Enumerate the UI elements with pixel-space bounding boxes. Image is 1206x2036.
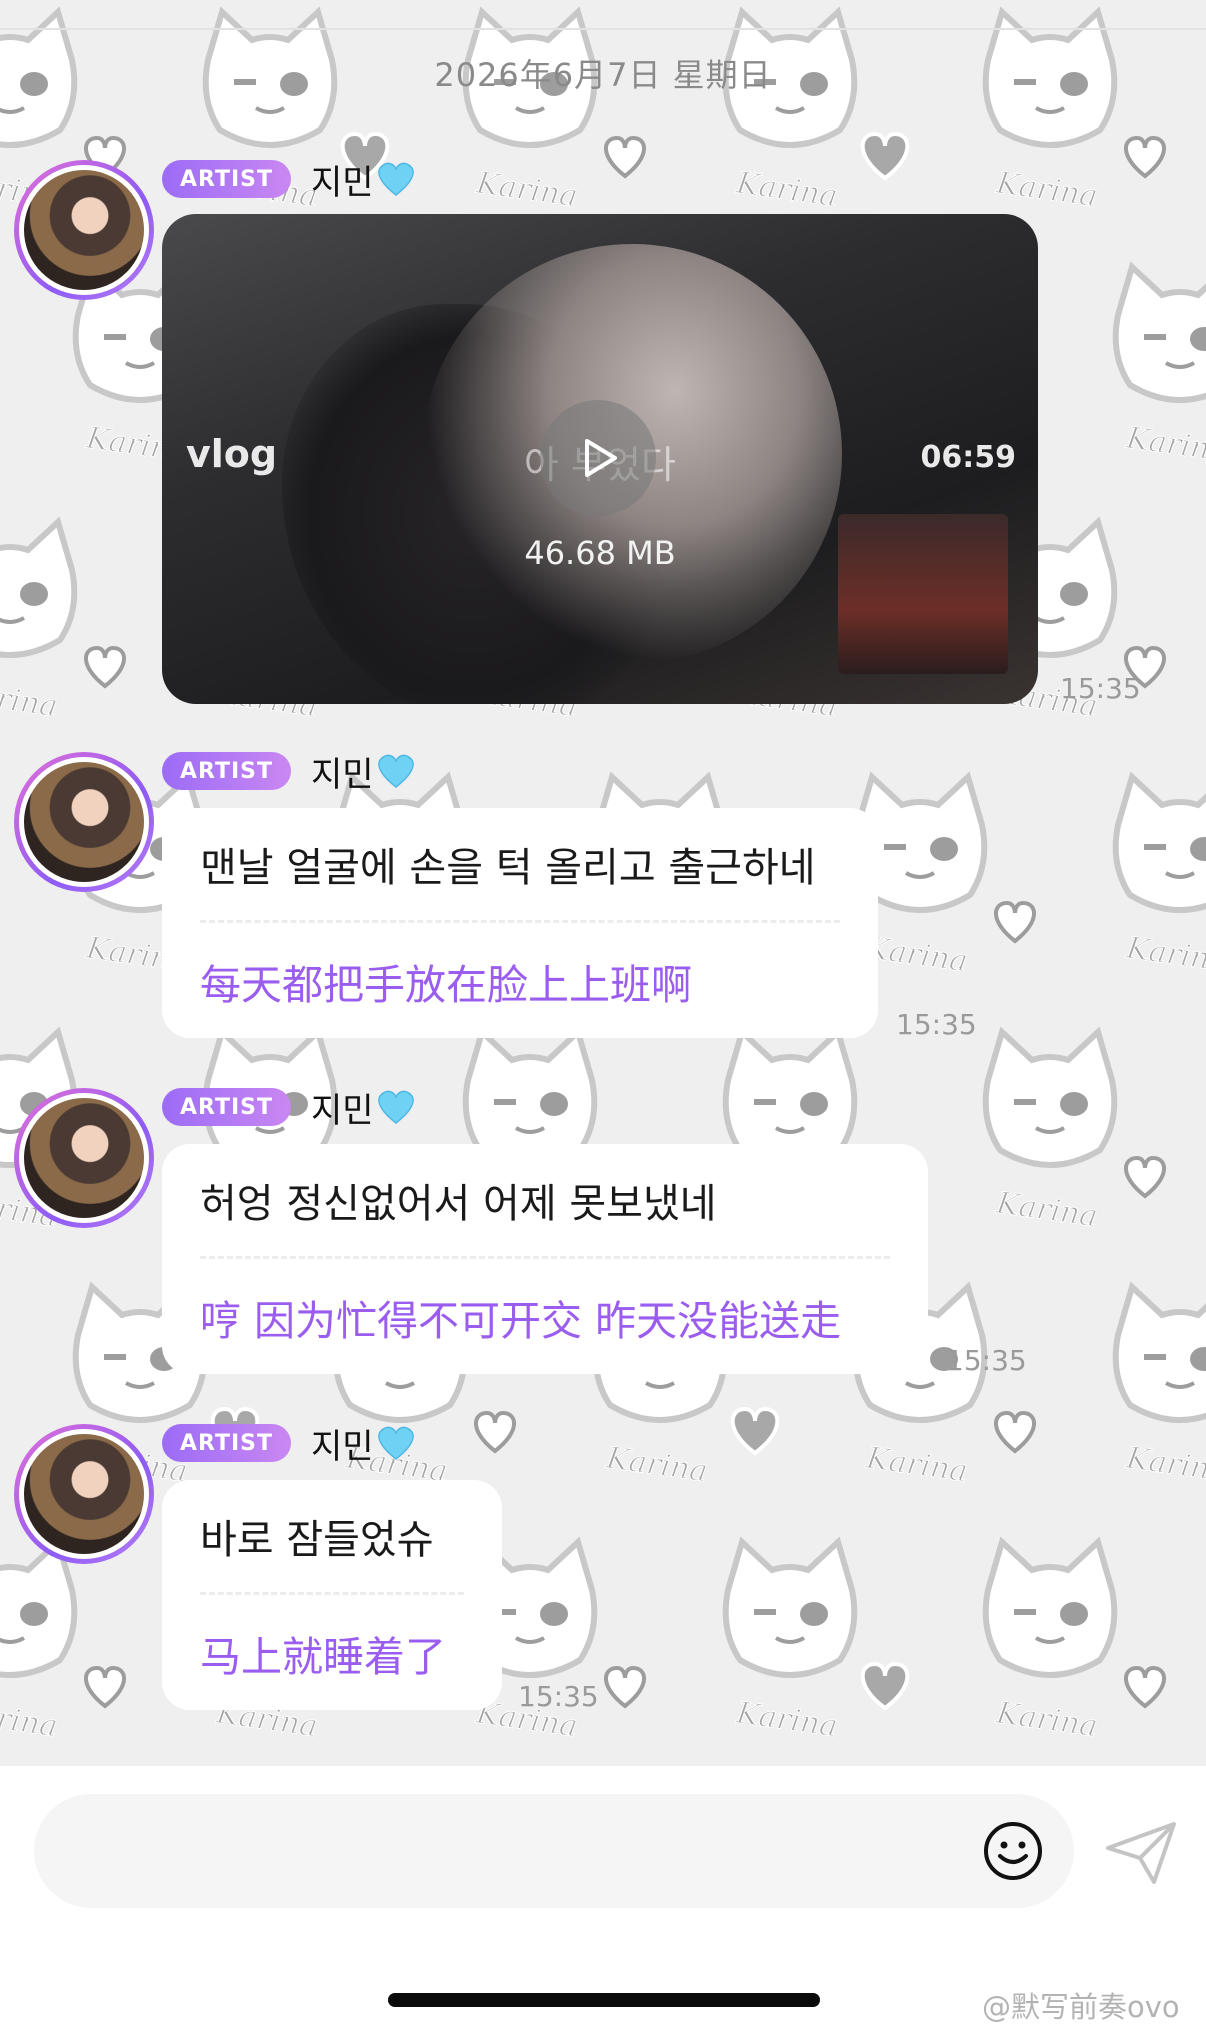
- sender-name-row: ARTIST 지민: [162, 1421, 416, 1467]
- svg-text:Karina: Karina: [733, 1695, 839, 1744]
- artist-avatar[interactable]: [14, 160, 154, 300]
- message-translation-text: 每天都把手放在脸上上班啊: [200, 960, 692, 1009]
- message-bubble[interactable]: 허엉 정신없어서 어제 못보냈네 哼 因为忙得不可开交 昨天没能送走: [162, 1144, 928, 1374]
- artist-badge: ARTIST: [162, 1088, 292, 1126]
- video-message[interactable]: vlog 아 부었다 06:59 46.68 MB: [162, 214, 1038, 704]
- message-bubble[interactable]: 바로 잠들었슈 马上就睡着了: [162, 1480, 502, 1710]
- svg-text:Karina: Karina: [1123, 420, 1206, 469]
- avatar-photo: [19, 165, 149, 295]
- play-button[interactable]: [540, 400, 656, 516]
- video-duration: 06:59: [920, 440, 1017, 475]
- svg-text:Karina: Karina: [473, 165, 579, 214]
- sender-name: 지민: [311, 754, 374, 795]
- svg-text:Karina: Karina: [1123, 1440, 1206, 1489]
- blue-heart-icon: [377, 1090, 414, 1124]
- sender-name-row: ARTIST 지민: [162, 749, 416, 795]
- message-bubble[interactable]: 맨날 얼굴에 손을 턱 올리고 출근하네 每天都把手放在脸上上班啊: [162, 808, 878, 1038]
- sender-name: 지민: [311, 162, 374, 203]
- paper-plane-icon[interactable]: [1104, 1818, 1178, 1888]
- blue-heart-icon: [377, 1426, 414, 1460]
- message-time: 15:35: [946, 1344, 1027, 1377]
- svg-text:Karina: Karina: [733, 165, 839, 214]
- sender-name: 지민: [311, 1090, 374, 1131]
- message-translation-text: 马上就睡着了: [200, 1632, 446, 1681]
- svg-text:Karina: Karina: [603, 1440, 709, 1489]
- blue-heart-icon: [377, 754, 414, 788]
- sender-name-row: ARTIST 지민: [162, 157, 416, 203]
- message-time: 15:35: [1060, 672, 1141, 705]
- svg-text:Karina: Karina: [0, 1695, 60, 1744]
- artist-avatar[interactable]: [14, 752, 154, 892]
- avatar-photo: [19, 757, 149, 887]
- top-divider: [0, 28, 1206, 30]
- avatar-photo: [19, 1093, 149, 1223]
- message-original-text: 허엉 정신없어서 어제 못보냈네: [200, 1181, 717, 1227]
- svg-text:Karina: Karina: [0, 675, 60, 724]
- message-original-text: 맨날 얼굴에 손을 턱 올리고 출근하네: [200, 845, 816, 891]
- message-translation-text: 哼 因为忙得不可开交 昨天没能送走: [200, 1296, 842, 1345]
- message-time: 15:35: [896, 1008, 977, 1041]
- svg-text:Karina: Karina: [1123, 930, 1206, 979]
- svg-text:Karina: Karina: [863, 1440, 969, 1489]
- svg-text:Karina: Karina: [993, 1695, 1099, 1744]
- artist-badge: ARTIST: [162, 752, 292, 790]
- blue-heart-icon: [377, 162, 414, 196]
- svg-text:Karina: Karina: [993, 1185, 1099, 1234]
- home-indicator: [388, 1993, 820, 2007]
- date-separator: 2026年6月7日 星期日: [434, 56, 772, 94]
- message-time: 15:35: [518, 1680, 599, 1713]
- sender-name: 지민: [311, 1426, 374, 1467]
- video-file-size: 46.68 MB: [524, 534, 676, 572]
- sender-name-row: ARTIST 지민: [162, 1085, 416, 1131]
- message-original-text: 바로 잠들었슈: [200, 1517, 434, 1563]
- smile-icon[interactable]: [982, 1820, 1044, 1882]
- artist-badge: ARTIST: [162, 1424, 292, 1462]
- svg-text:Karina: Karina: [863, 930, 969, 979]
- artist-badge: ARTIST: [162, 160, 292, 198]
- play-icon: [585, 439, 617, 477]
- svg-text:Karina: Karina: [993, 165, 1099, 214]
- artist-avatar[interactable]: [14, 1088, 154, 1228]
- message-input[interactable]: [34, 1794, 1074, 1908]
- artist-avatar[interactable]: [14, 1424, 154, 1564]
- avatar-photo: [19, 1429, 149, 1559]
- watermark: @默写前奏ovo: [982, 1990, 1180, 2024]
